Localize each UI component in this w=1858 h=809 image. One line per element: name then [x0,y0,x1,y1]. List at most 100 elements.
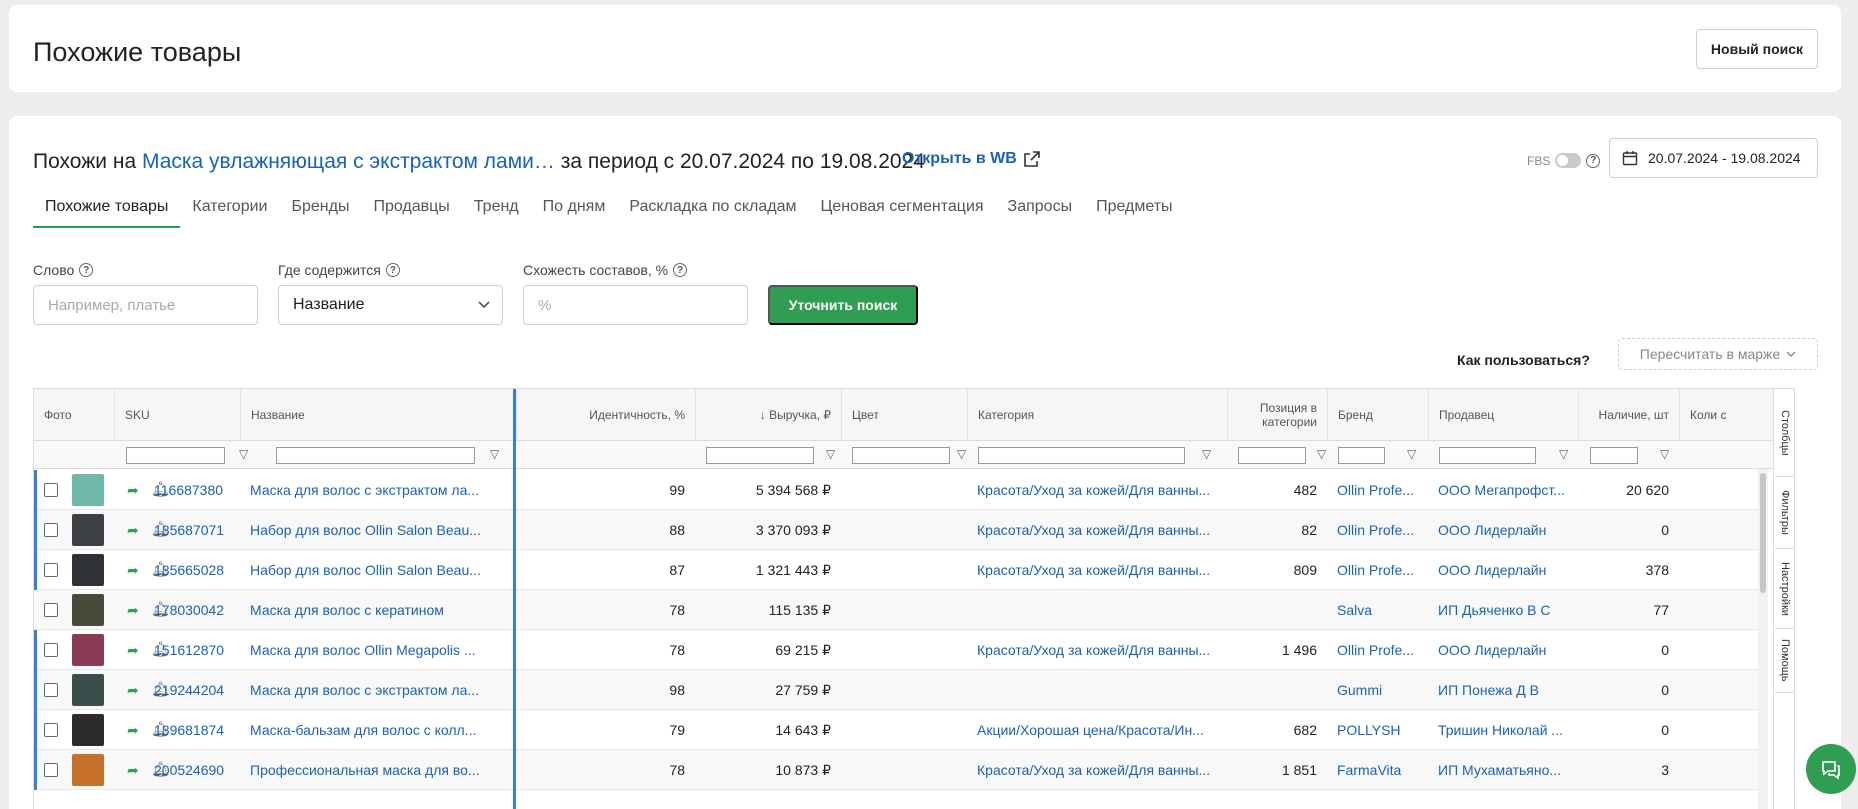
help-icon[interactable]: ? [673,263,688,277]
tab-similar-products[interactable]: Похожие товары [33,194,181,228]
table-row[interactable]: ➦ 🔔︎ 189681874 Маска-бальзам для волос с ко… [34,710,1766,750]
col-color[interactable]: Цвет [841,389,967,441]
product-name-link[interactable]: Маска для волос Ollin Megapolis ... [250,630,510,670]
filter-icon[interactable]: ▽ [239,447,248,461]
row-checkbox[interactable] [44,563,58,577]
product-thumbnail[interactable] [72,474,104,506]
filter-icon[interactable]: ▽ [1407,447,1416,461]
product-name-link[interactable]: Набор для волос Ollin Salon Beau... [250,550,510,590]
seller-link[interactable]: ИП Мухаматьяно... [1438,750,1576,790]
col-count[interactable]: Коли с [1679,389,1773,441]
col-identity[interactable]: Идентичность, % [516,389,695,441]
sku-link[interactable]: 189681874 [154,710,239,750]
table-scrollbar[interactable] [1758,469,1768,809]
category-link[interactable] [977,590,1217,630]
help-icon[interactable]: ? [1586,153,1601,168]
row-checkbox[interactable] [44,523,58,537]
revenue-filter-input[interactable] [706,447,814,464]
category-link[interactable]: Красота/Уход за кожей/Для ванны... [977,630,1217,670]
brand-filter-input[interactable] [1338,447,1385,464]
col-revenue[interactable]: ↓ Выручка, ₽ [695,389,841,441]
sku-link[interactable]: 185687071 [154,510,239,550]
sku-link[interactable]: 200524690 [154,750,239,790]
filter-icon[interactable]: ▽ [957,447,966,461]
product-thumbnail[interactable] [72,674,104,706]
seller-link[interactable]: ИП Понежа Д В [1438,670,1576,710]
product-thumbnail[interactable] [72,594,104,626]
row-checkbox[interactable] [44,763,58,777]
name-filter-input[interactable] [276,447,475,464]
category-link[interactable]: Красота/Уход за кожей/Для ванны... [977,510,1217,550]
share-icon[interactable]: ➦ [127,602,139,619]
sidebar-tab-settings[interactable]: Настройки [1775,549,1794,629]
color-filter-input[interactable] [852,447,950,464]
category-link[interactable] [977,670,1217,710]
brand-link[interactable]: Ollin Profe... [1337,470,1427,510]
sidebar-tab-filters[interactable]: Фильтры [1775,477,1794,549]
recalc-margin-button[interactable]: Пересчитать в марже [1618,338,1818,370]
open-wb-link[interactable]: Открыть в WB [902,150,1041,168]
word-input[interactable]: Например, платье [33,285,258,325]
chat-button[interactable] [1806,744,1856,794]
product-name-link[interactable]: Набор для волос Ollin Salon Beau... [250,510,510,550]
product-thumbnail[interactable] [72,754,104,786]
stock-filter-input[interactable] [1590,447,1638,464]
table-row[interactable]: ➦ 🔔︎ 151612870 Маска для волос Ollin Megapo… [34,630,1766,670]
tab-price-segmentation[interactable]: Ценовая сегментация [808,194,995,228]
sku-link[interactable]: 219244204 [154,670,239,710]
row-checkbox[interactable] [44,603,58,617]
table-row[interactable]: ➦ 🔔︎ 200524690 Профессиональная маска для в… [34,750,1766,790]
brand-link[interactable]: Ollin Profe... [1337,510,1427,550]
filter-icon[interactable]: ▽ [1202,447,1211,461]
brand-link[interactable]: FarmaVita [1337,750,1427,790]
seller-link[interactable]: ООО Лидерлайн [1438,550,1576,590]
filter-icon[interactable]: ▽ [826,447,835,461]
help-icon[interactable]: ? [385,263,400,277]
col-photo[interactable]: Фото [34,389,114,441]
seller-link[interactable]: ООО Лидерлайн [1438,630,1576,670]
sku-link[interactable]: 178030042 [154,590,239,630]
table-row[interactable]: ➦ 🔔︎ 185687071 Набор для волос Ollin Salon … [34,510,1766,550]
tab-categories[interactable]: Категории [180,194,279,228]
seller-link[interactable]: ООО Лидерлайн [1438,510,1576,550]
share-icon[interactable]: ➦ [127,562,139,579]
table-row[interactable]: ➦ 🔔︎ 178030042 Маска для волос с кератином 7… [34,590,1766,630]
table-row[interactable]: ➦ 🔔︎ 219244204 Маска для волос с экстрактом… [34,670,1766,710]
tab-warehouses[interactable]: Раскладка по складам [617,194,808,228]
new-search-button[interactable]: Новый поиск [1696,29,1818,69]
product-thumbnail[interactable] [72,714,104,746]
brand-link[interactable]: Ollin Profe... [1337,550,1427,590]
scrollbar-thumb[interactable] [1760,473,1766,593]
sidebar-tab-help[interactable]: Помощь [1775,629,1794,693]
col-category[interactable]: Категория [967,389,1227,441]
table-row[interactable]: ➦ 🔔︎ 116687380 Маска для волос с экстрактом… [34,470,1766,510]
tab-subjects[interactable]: Предметы [1084,194,1184,228]
sku-link[interactable]: 185665028 [154,550,239,590]
tab-queries[interactable]: Запросы [996,194,1085,228]
col-sku[interactable]: SKU [114,389,240,441]
category-link[interactable]: Красота/Уход за кожей/Для ванны... [977,470,1217,510]
product-name-link[interactable]: Маска для волос с кератином [250,590,510,630]
product-thumbnail[interactable] [72,554,104,586]
table-row[interactable]: ➦ 🔔︎ 185665028 Набор для волос Ollin Salon … [34,550,1766,590]
how-to-use-link[interactable]: Как пользоваться? [1457,352,1590,368]
product-name-link[interactable]: Маска для волос с экстрактом ла... [250,670,510,710]
tab-sellers[interactable]: Продавцы [361,194,461,228]
brand-link[interactable]: Gummi [1337,670,1427,710]
product-name-link[interactable]: Профессиональная маска для во... [250,750,510,790]
share-icon[interactable]: ➦ [127,762,139,779]
brand-link[interactable]: POLLYSH [1337,710,1427,750]
sku-link[interactable]: 116687380 [154,470,239,510]
product-name-link[interactable]: Маска-бальзам для волос с колл... [250,710,510,750]
product-link[interactable]: Маска увлажняющая с экстрактом лами… [142,150,555,173]
filter-icon[interactable]: ▽ [1559,447,1568,461]
col-seller[interactable]: Продавец [1428,389,1578,441]
category-filter-input[interactable] [978,447,1185,464]
brand-link[interactable]: Salva [1337,590,1427,630]
col-stock[interactable]: Наличие, шт [1578,389,1679,441]
share-icon[interactable]: ➦ [127,482,139,499]
row-checkbox[interactable] [44,683,58,697]
where-select[interactable]: Название [278,285,503,325]
share-icon[interactable]: ➦ [127,722,139,739]
seller-link[interactable]: Тришин Николай ... [1438,710,1576,750]
